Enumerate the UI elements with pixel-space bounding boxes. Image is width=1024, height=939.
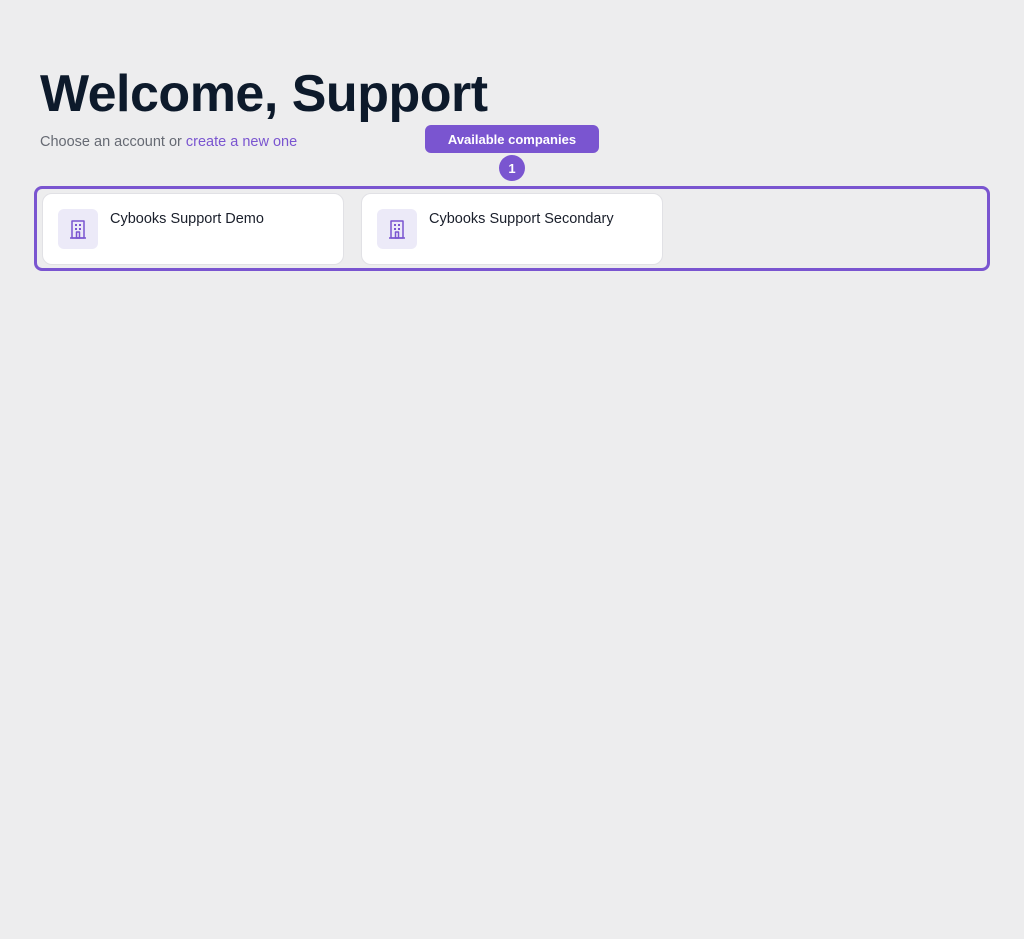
page-subtitle: Choose an account or create a new one [40,133,297,151]
company-name: Cybooks Support Demo [110,211,264,227]
building-icon [377,209,417,249]
company-card-cybooks-support-demo[interactable]: Cybooks Support Demo [42,193,344,265]
company-card-cybooks-support-secondary[interactable]: Cybooks Support Secondary [361,193,663,265]
callout-step-badge: 1 [499,155,525,181]
page-title: Welcome, Support [40,65,488,123]
subtitle-text: Choose an account or [40,134,186,150]
building-icon [58,209,98,249]
create-company-link[interactable]: create a new one [186,134,297,150]
company-name: Cybooks Support Secondary [429,211,614,227]
available-companies-callout: Available companies [425,125,599,153]
